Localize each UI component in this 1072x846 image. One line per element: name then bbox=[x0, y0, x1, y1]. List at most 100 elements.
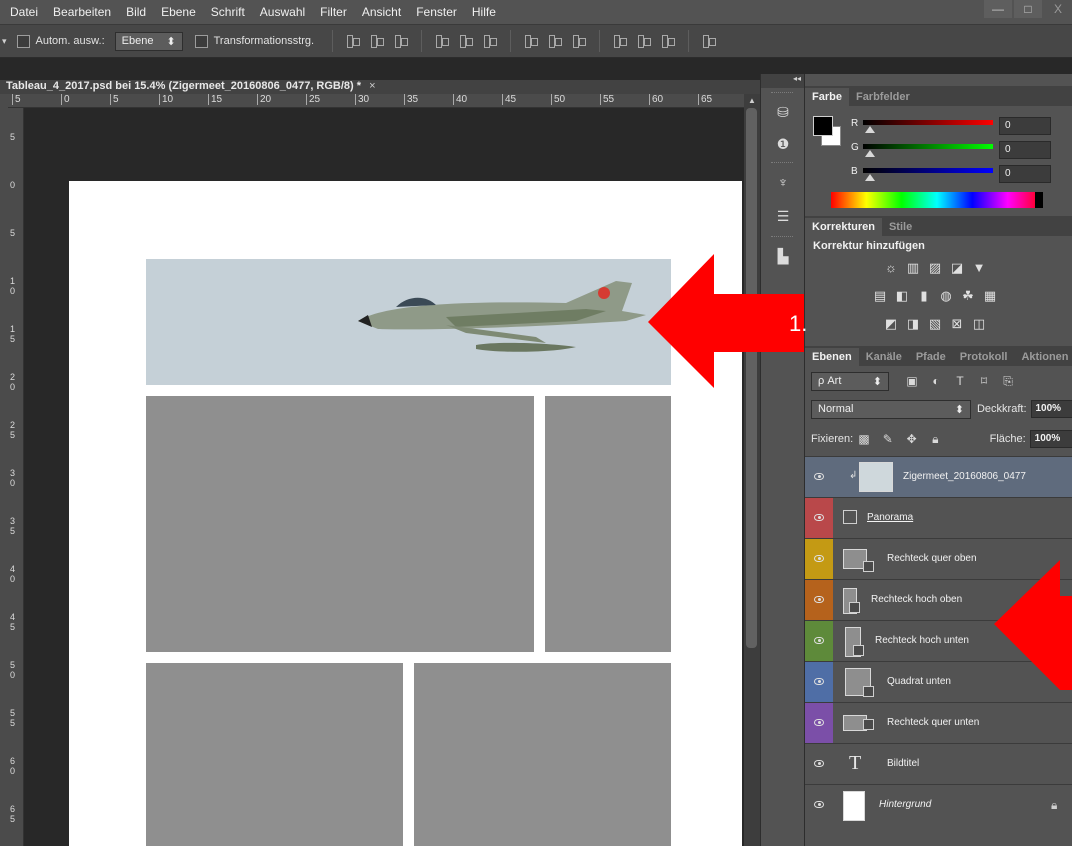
distribute-left-icon[interactable] bbox=[613, 34, 628, 48]
distribute-bottom-icon[interactable] bbox=[572, 34, 587, 48]
menu-ansicht[interactable]: Ansicht bbox=[362, 5, 401, 19]
blend-mode-dropdown[interactable]: Normal ⬍ bbox=[811, 399, 971, 419]
threshold-icon[interactable]: ◫ bbox=[971, 316, 987, 331]
red-slider-knob[interactable] bbox=[865, 126, 875, 133]
menu-schrift[interactable]: Schrift bbox=[211, 5, 245, 19]
info-icon[interactable]: ❶ bbox=[774, 136, 792, 152]
canvas-area[interactable] bbox=[25, 109, 744, 846]
vibrance-icon[interactable]: ▼ bbox=[971, 260, 987, 275]
align-bottom-icon[interactable] bbox=[394, 34, 409, 48]
dock-grip[interactable] bbox=[771, 162, 793, 164]
tab-aktionen[interactable]: Aktionen bbox=[1014, 348, 1072, 366]
tab-stile[interactable]: Stile bbox=[882, 218, 919, 236]
filter-shape-icon[interactable]: ⌑ bbox=[977, 374, 991, 388]
gradient-map-icon[interactable]: ▧ bbox=[927, 316, 943, 331]
close-document-icon[interactable]: × bbox=[369, 80, 375, 92]
dock-grip[interactable] bbox=[771, 92, 793, 94]
filter-pixel-icon[interactable]: ▣ bbox=[905, 374, 919, 388]
red-slider-track[interactable] bbox=[863, 120, 993, 125]
clone-source-icon[interactable]: ▙ bbox=[774, 248, 792, 264]
eye-icon[interactable] bbox=[814, 678, 824, 685]
foreground-color-swatch[interactable] bbox=[813, 116, 833, 136]
align-vcenter-icon[interactable] bbox=[370, 34, 385, 48]
distribute-right-icon[interactable] bbox=[661, 34, 676, 48]
blue-slider-knob[interactable] bbox=[865, 174, 875, 181]
tool-preset-chevron-icon[interactable]: ▾ bbox=[2, 36, 7, 47]
filter-smart-object-icon[interactable]: ⎘ bbox=[1001, 374, 1015, 388]
tab-korrekturen[interactable]: Korrekturen bbox=[805, 218, 882, 236]
align-hcenter-icon[interactable] bbox=[459, 34, 474, 48]
black-white-icon[interactable]: ▮ bbox=[916, 288, 932, 303]
layer-row[interactable]: T Bildtitel bbox=[805, 743, 1072, 784]
fill-field[interactable]: 100% bbox=[1029, 430, 1072, 448]
layer-row[interactable]: Rechteck quer unten bbox=[805, 702, 1072, 743]
brightness-icon[interactable]: ☼ bbox=[883, 260, 899, 275]
transform-controls-checkbox[interactable] bbox=[194, 34, 208, 48]
menu-auswahl[interactable]: Auswahl bbox=[260, 5, 305, 19]
align-right-icon[interactable] bbox=[483, 34, 498, 48]
lock-icon[interactable]: 🔒︎ bbox=[1051, 798, 1057, 813]
exposure-icon[interactable]: ◪ bbox=[949, 260, 965, 275]
auto-select-checkbox[interactable] bbox=[16, 34, 30, 48]
menu-ebene[interactable]: Ebene bbox=[161, 5, 196, 19]
layer-row[interactable]: Rechteck hoch unten bbox=[805, 620, 1072, 661]
tab-farbfelder[interactable]: Farbfelder bbox=[849, 88, 917, 106]
green-value-field[interactable]: 0 bbox=[999, 141, 1051, 159]
eye-icon[interactable] bbox=[814, 801, 824, 808]
layer-row[interactable]: ↲ Zigermeet_20160806_0477 bbox=[805, 456, 1072, 497]
color-lookup-icon[interactable]: ▦ bbox=[982, 288, 998, 303]
close-button[interactable]: X bbox=[1044, 0, 1072, 18]
eye-icon[interactable] bbox=[814, 637, 824, 644]
dock-grip[interactable] bbox=[771, 236, 793, 238]
lock-position-icon[interactable]: ✥ bbox=[905, 432, 919, 446]
auto-align-icon[interactable] bbox=[702, 34, 717, 48]
green-slider-track[interactable] bbox=[863, 144, 993, 149]
invert-icon[interactable]: ◩ bbox=[883, 316, 899, 331]
minimize-button[interactable]: — bbox=[984, 0, 1012, 18]
menu-hilfe[interactable]: Hilfe bbox=[472, 5, 496, 19]
document-tab[interactable]: Tableau_4_2017.psd bei 15.4% (Zigermeet_… bbox=[0, 80, 760, 94]
filter-adjustment-icon[interactable]: ◐ bbox=[929, 374, 943, 388]
layer-filter-dropdown[interactable]: ρ Art ⬍ bbox=[811, 371, 889, 391]
distribute-top-icon[interactable] bbox=[524, 34, 539, 48]
blue-slider-track[interactable] bbox=[863, 168, 993, 173]
posterize-icon[interactable]: ◨ bbox=[905, 316, 921, 331]
brush-presets-icon[interactable]: ♆ bbox=[774, 174, 792, 190]
menu-bild[interactable]: Bild bbox=[126, 5, 146, 19]
tab-kanaele[interactable]: Kanäle bbox=[859, 348, 909, 366]
curves-icon[interactable]: ▨ bbox=[927, 260, 943, 275]
photo-filter-icon[interactable]: ◍ bbox=[938, 288, 954, 303]
red-value-field[interactable]: 0 bbox=[999, 117, 1051, 135]
selective-color-icon[interactable]: ⊠ bbox=[949, 316, 965, 331]
layer-row[interactable]: Hintergrund 🔒︎ bbox=[805, 784, 1072, 825]
menu-fenster[interactable]: Fenster bbox=[416, 5, 457, 19]
menu-bearbeiten[interactable]: Bearbeiten bbox=[53, 5, 111, 19]
opacity-field[interactable]: 100% bbox=[1030, 400, 1072, 418]
blue-value-field[interactable]: 0 bbox=[999, 165, 1051, 183]
tab-pfade[interactable]: Pfade bbox=[909, 348, 953, 366]
auto-select-dropdown[interactable]: Ebene ⬍ bbox=[114, 31, 183, 51]
eye-icon[interactable] bbox=[814, 760, 824, 767]
align-top-icon[interactable] bbox=[346, 34, 361, 48]
eye-icon[interactable] bbox=[814, 596, 824, 603]
distribute-hcenter-icon[interactable] bbox=[637, 34, 652, 48]
lock-all-icon[interactable]: 🔒︎ bbox=[928, 432, 942, 446]
lock-pixels-icon[interactable]: ✎ bbox=[881, 432, 895, 446]
lock-transparency-icon[interactable]: ▩ bbox=[857, 432, 871, 446]
distribute-vcenter-icon[interactable] bbox=[548, 34, 563, 48]
filter-type-icon[interactable]: T bbox=[953, 374, 967, 388]
tab-farbe[interactable]: Farbe bbox=[805, 88, 849, 106]
scroll-up-icon[interactable]: ▲ bbox=[744, 96, 760, 105]
tab-ebenen[interactable]: Ebenen bbox=[805, 348, 859, 366]
layer-row[interactable]: Quadrat unten bbox=[805, 661, 1072, 702]
layer-row[interactable]: Panorama bbox=[805, 497, 1072, 538]
green-slider-knob[interactable] bbox=[865, 150, 875, 157]
menu-filter[interactable]: Filter bbox=[320, 5, 347, 19]
hue-saturation-icon[interactable]: ▤ bbox=[872, 288, 888, 303]
brush-settings-icon[interactable]: ☰ bbox=[774, 208, 792, 224]
maximize-button[interactable]: □ bbox=[1014, 0, 1042, 18]
color-balance-icon[interactable]: ◧ bbox=[894, 288, 910, 303]
scroll-thumb[interactable] bbox=[746, 108, 757, 648]
menu-datei[interactable]: Datei bbox=[10, 5, 38, 19]
eye-icon[interactable] bbox=[814, 555, 824, 562]
